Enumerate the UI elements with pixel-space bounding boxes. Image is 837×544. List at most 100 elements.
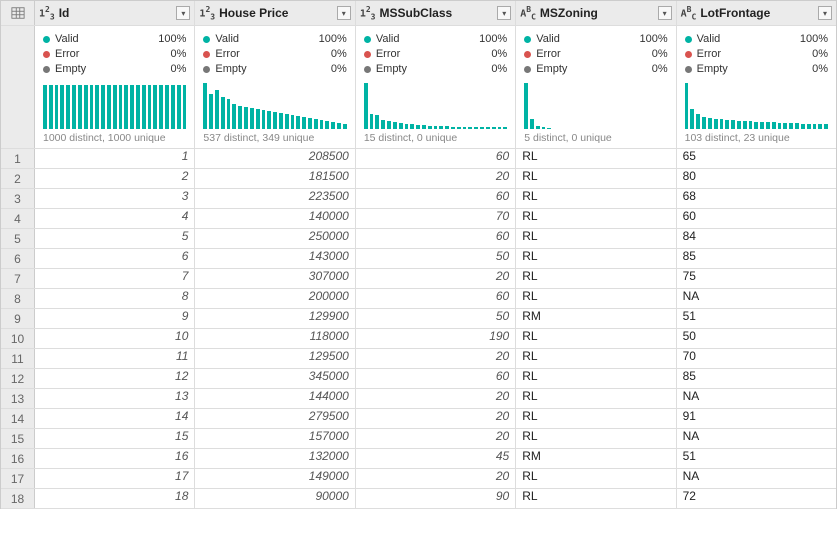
cell[interactable]: 181500 — [195, 169, 354, 183]
cell[interactable]: RL — [516, 489, 675, 503]
filter-dropdown-button[interactable]: ▾ — [176, 6, 190, 20]
row-number[interactable]: 9 — [1, 309, 35, 328]
cell[interactable]: RL — [516, 149, 675, 163]
cell[interactable]: 20 — [356, 349, 515, 363]
table-row[interactable]: 9912990050RM51 — [1, 309, 836, 329]
cell[interactable]: 45 — [356, 449, 515, 463]
table-row[interactable]: 171714900020RLNA — [1, 469, 836, 489]
row-number[interactable]: 3 — [1, 189, 35, 208]
cell[interactable]: 90 — [356, 489, 515, 503]
row-number[interactable]: 8 — [1, 289, 35, 308]
column-header[interactable]: ABCLotFrontage▾ — [677, 1, 836, 25]
cell[interactable]: RL — [516, 429, 675, 443]
filter-dropdown-button[interactable]: ▾ — [337, 6, 351, 20]
table-row[interactable]: 1120850060RL65 — [1, 149, 836, 169]
cell[interactable]: RL — [516, 169, 675, 183]
cell[interactable]: 8 — [35, 289, 194, 303]
cell[interactable]: 129500 — [195, 349, 354, 363]
table-corner[interactable] — [1, 1, 35, 25]
row-number[interactable]: 17 — [1, 469, 35, 488]
cell[interactable]: 51 — [677, 309, 836, 323]
cell[interactable]: 250000 — [195, 229, 354, 243]
cell[interactable]: 2 — [35, 169, 194, 183]
cell[interactable]: RL — [516, 329, 675, 343]
cell[interactable]: 60 — [356, 289, 515, 303]
cell[interactable]: 60 — [356, 369, 515, 383]
cell[interactable]: 60 — [356, 229, 515, 243]
cell[interactable]: 3 — [35, 189, 194, 203]
cell[interactable]: 6 — [35, 249, 194, 263]
cell[interactable]: 70 — [356, 209, 515, 223]
filter-dropdown-button[interactable]: ▾ — [818, 6, 832, 20]
cell[interactable]: 20 — [356, 269, 515, 283]
cell[interactable]: 84 — [677, 229, 836, 243]
cell[interactable]: RM — [516, 309, 675, 323]
cell[interactable]: NA — [677, 429, 836, 443]
cell[interactable]: 118000 — [195, 329, 354, 343]
table-row[interactable]: 161613200045RM51 — [1, 449, 836, 469]
cell[interactable]: 307000 — [195, 269, 354, 283]
filter-dropdown-button[interactable]: ▾ — [658, 6, 672, 20]
cell[interactable]: 90000 — [195, 489, 354, 503]
cell[interactable]: 65 — [677, 149, 836, 163]
cell[interactable]: RM — [516, 449, 675, 463]
cell[interactable]: 85 — [677, 249, 836, 263]
cell[interactable]: 20 — [356, 389, 515, 403]
cell[interactable]: 60 — [356, 189, 515, 203]
table-row[interactable]: 1010118000190RL50 — [1, 329, 836, 349]
row-number[interactable]: 1 — [1, 149, 35, 168]
cell[interactable]: 17 — [35, 469, 194, 483]
cell[interactable]: 7 — [35, 269, 194, 283]
row-number[interactable]: 18 — [1, 489, 35, 508]
cell[interactable]: RL — [516, 409, 675, 423]
cell[interactable]: 75 — [677, 269, 836, 283]
cell[interactable]: 157000 — [195, 429, 354, 443]
table-row[interactable]: 6614300050RL85 — [1, 249, 836, 269]
cell[interactable]: 50 — [356, 309, 515, 323]
table-row[interactable]: 8820000060RLNA — [1, 289, 836, 309]
cell[interactable]: 60 — [356, 149, 515, 163]
cell[interactable]: 85 — [677, 369, 836, 383]
cell[interactable]: RL — [516, 189, 675, 203]
cell[interactable]: 143000 — [195, 249, 354, 263]
cell[interactable]: NA — [677, 289, 836, 303]
row-number[interactable]: 14 — [1, 409, 35, 428]
cell[interactable]: 345000 — [195, 369, 354, 383]
cell[interactable]: 149000 — [195, 469, 354, 483]
cell[interactable]: 50 — [356, 249, 515, 263]
row-number[interactable]: 6 — [1, 249, 35, 268]
cell[interactable]: 15 — [35, 429, 194, 443]
cell[interactable]: NA — [677, 469, 836, 483]
cell[interactable]: 11 — [35, 349, 194, 363]
cell[interactable]: RL — [516, 369, 675, 383]
cell[interactable]: 1 — [35, 149, 194, 163]
cell[interactable]: 144000 — [195, 389, 354, 403]
cell[interactable]: RL — [516, 229, 675, 243]
cell[interactable]: 18 — [35, 489, 194, 503]
cell[interactable]: RL — [516, 389, 675, 403]
filter-dropdown-button[interactable]: ▾ — [497, 6, 511, 20]
cell[interactable]: 20 — [356, 169, 515, 183]
cell[interactable]: 132000 — [195, 449, 354, 463]
cell[interactable]: RL — [516, 469, 675, 483]
cell[interactable]: 20 — [356, 409, 515, 423]
cell[interactable]: 72 — [677, 489, 836, 503]
column-header[interactable]: 123MSSubClass▾ — [356, 1, 515, 25]
cell[interactable]: 20 — [356, 469, 515, 483]
cell[interactable]: 10 — [35, 329, 194, 343]
cell[interactable]: 50 — [677, 329, 836, 343]
table-row[interactable]: 2218150020RL80 — [1, 169, 836, 189]
cell[interactable]: RL — [516, 289, 675, 303]
cell[interactable]: 14 — [35, 409, 194, 423]
cell[interactable]: 4 — [35, 209, 194, 223]
cell[interactable]: 9 — [35, 309, 194, 323]
row-number[interactable]: 11 — [1, 349, 35, 368]
cell[interactable]: 70 — [677, 349, 836, 363]
cell[interactable]: RL — [516, 349, 675, 363]
row-number[interactable]: 2 — [1, 169, 35, 188]
table-row[interactable]: 18189000090RL72 — [1, 489, 836, 509]
cell[interactable]: 60 — [677, 209, 836, 223]
cell[interactable]: 140000 — [195, 209, 354, 223]
row-number[interactable]: 12 — [1, 369, 35, 388]
cell[interactable]: NA — [677, 389, 836, 403]
